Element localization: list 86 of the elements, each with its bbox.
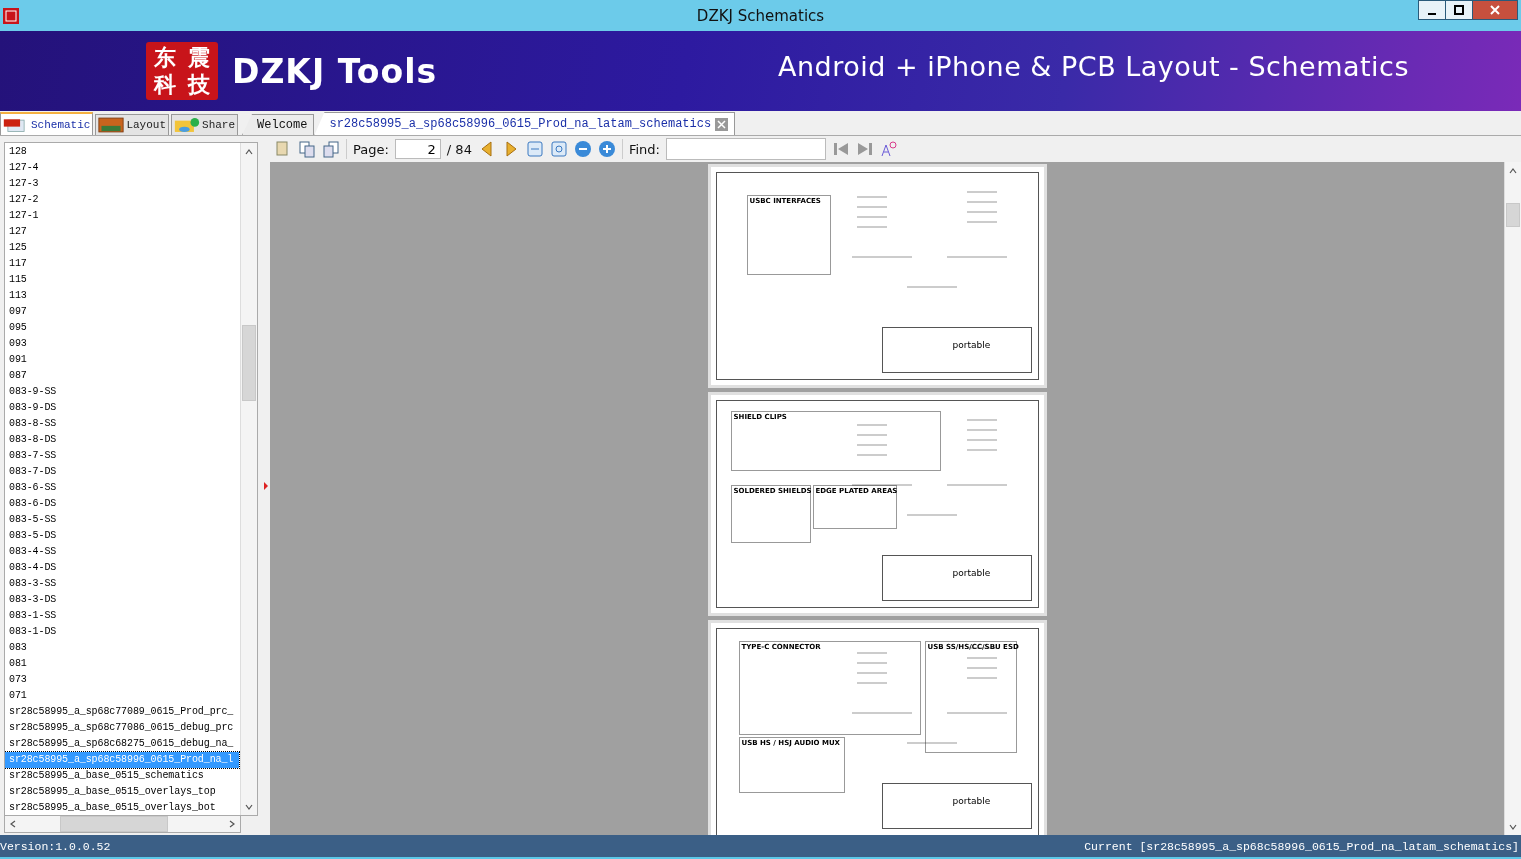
list-item[interactable]: 083-8-DS [5, 432, 239, 448]
list-item[interactable]: 091 [5, 352, 239, 368]
close-icon [1490, 5, 1500, 15]
fit-page-icon[interactable] [549, 140, 568, 158]
splitter-arrow-icon[interactable] [264, 481, 268, 490]
scroll-thumb[interactable] [60, 816, 168, 832]
list-item[interactable]: 083-4-SS [5, 544, 239, 560]
list-item[interactable]: 127-3 [5, 176, 239, 192]
scrollbar[interactable] [1504, 162, 1521, 835]
list-item[interactable]: sr28c58995_a_base_0515_overlays_top [5, 784, 239, 800]
list-item[interactable]: sr28c58995_a_base_0515_schematics [5, 768, 239, 784]
fit-width-icon[interactable] [525, 140, 544, 158]
page-label: Page: [353, 141, 389, 157]
zoom-in-icon[interactable] [597, 140, 616, 158]
list-item[interactable]: sr28c58995_a_base_0515_overlays_bot [5, 800, 239, 815]
minimize-icon [1428, 13, 1436, 15]
scroll-thumb[interactable] [1506, 203, 1520, 227]
panel-tab[interactable]: Share [171, 114, 239, 135]
list-item[interactable]: 083-5-DS [5, 528, 239, 544]
window-title: DZKJ Schematics [696, 6, 825, 25]
list-item[interactable]: 083-3-DS [5, 592, 239, 608]
list-item[interactable]: 127-1 [5, 208, 239, 224]
panel-tab[interactable]: Layout [95, 114, 170, 135]
list-item[interactable]: 083-9-DS [5, 400, 239, 416]
title-block-text: portable [952, 568, 991, 578]
find-label: Find: [628, 141, 660, 157]
title-block-text: portable [952, 340, 991, 350]
pages-icon[interactable] [298, 140, 316, 158]
minimize-button[interactable] [1418, 0, 1446, 20]
brand-name: DZKJ Tools [232, 51, 438, 91]
list-item[interactable]: 127-4 [5, 160, 239, 176]
scrollbar[interactable] [240, 143, 257, 815]
document-tab[interactable]: Welcome [242, 114, 315, 135]
app-icon [3, 7, 19, 24]
maximize-icon [1454, 5, 1464, 15]
list-item[interactable]: 083-6-SS [5, 480, 239, 496]
list-item[interactable]: 083 [5, 640, 239, 656]
list-item[interactable]: 117 [5, 256, 239, 272]
close-icon[interactable] [715, 117, 729, 131]
list-item[interactable]: 097 [5, 304, 239, 320]
maximize-button[interactable] [1445, 0, 1473, 20]
find-input[interactable] [665, 138, 826, 160]
title-block-text: portable [952, 796, 991, 806]
logo: 东震科技 [146, 42, 218, 100]
list-item[interactable]: 083-1-SS [5, 608, 239, 624]
list-item[interactable]: 093 [5, 336, 239, 352]
zoom-out-icon[interactable] [573, 140, 592, 158]
list-item[interactable]: 083-7-SS [5, 448, 239, 464]
list-item[interactable]: 125 [5, 240, 239, 256]
match-case-icon[interactable] [879, 140, 898, 158]
list-item[interactable]: 083-7-DS [5, 464, 239, 480]
list-item[interactable]: 115 [5, 272, 239, 288]
list-item[interactable]: 073 [5, 672, 239, 688]
find-next-icon[interactable] [855, 140, 874, 158]
tagline: Android + iPhone & PCB Layout - Schematics [777, 51, 1409, 82]
list-item[interactable]: 128 [5, 144, 239, 160]
folder-cloud-icon [174, 116, 201, 134]
list-item[interactable]: 083-5-SS [5, 512, 239, 528]
list-item[interactable]: 113 [5, 288, 239, 304]
list-item[interactable]: 083-8-SS [5, 416, 239, 432]
horizontal-scrollbar[interactable] [4, 816, 241, 833]
find-previous-icon[interactable] [831, 140, 850, 158]
list-item[interactable]: 083-1-DS [5, 624, 239, 640]
list-item[interactable]: 127 [5, 224, 239, 240]
list-item[interactable]: 083-9-SS [5, 384, 239, 400]
list-item[interactable]: 083-4-DS [5, 560, 239, 576]
list-item[interactable]: 087 [5, 368, 239, 384]
list-item[interactable]: 083-3-SS [5, 576, 239, 592]
list-item[interactable]: 071 [5, 688, 239, 704]
pages-icon[interactable] [322, 140, 340, 158]
version-text: Version:1.0.0.52 [0, 839, 111, 853]
page-input[interactable]: 2 [394, 139, 441, 159]
panel-tab[interactable]: Schematic [0, 112, 94, 135]
current-file-text: Current [sr28c58995_a_sp68c58996_0615_Prod_na_latam_schematics] [1084, 839, 1519, 853]
list-item[interactable]: 095 [5, 320, 239, 336]
list-item[interactable]: sr28c58995_a_sp68c77086_0615_debug_prc [5, 720, 239, 736]
list-item[interactable]: 083-6-DS [5, 496, 239, 512]
list-item[interactable]: 127-2 [5, 192, 239, 208]
pads-board-icon [98, 116, 125, 134]
scroll-thumb[interactable] [242, 325, 256, 401]
list-item[interactable]: sr28c58995_a_sp68c77089_0615_Prod_prc_ [5, 704, 239, 720]
document-tab[interactable]: sr28c58995_a_sp68c58996_0615_Prod_na_latam_schematics [314, 112, 736, 135]
list-item[interactable]: 081 [5, 656, 239, 672]
list-item[interactable]: sr28c58995_a_sp68c68275_0615_debug_na_ [5, 736, 239, 752]
page-total: / 84 [446, 141, 472, 157]
close-button[interactable] [1472, 0, 1518, 20]
